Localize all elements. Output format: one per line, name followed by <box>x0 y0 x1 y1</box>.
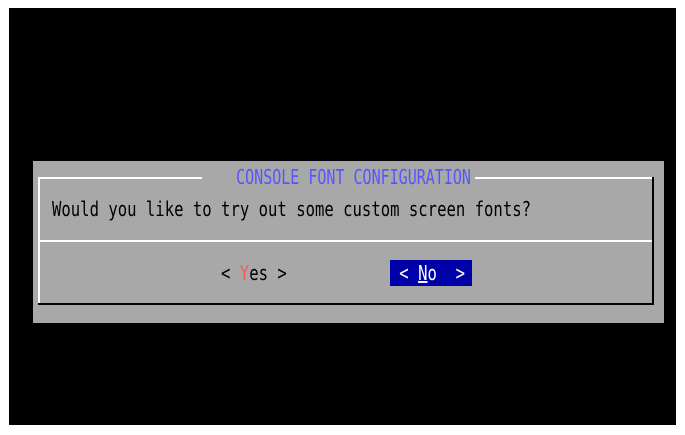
dialog-separator <box>40 240 652 242</box>
no-hotkey: N <box>418 261 428 285</box>
dialog-message: Would you like to try out some custom sc… <box>52 197 531 221</box>
yes-right-bracket: > <box>267 261 287 285</box>
terminal-screen: CONSOLE FONT CONFIGURATION Would you lik… <box>9 8 676 425</box>
dialog-title: CONSOLE FONT CONFIGURATION <box>236 165 471 189</box>
dialog-frame-right <box>652 177 654 303</box>
yes-label-rest: es <box>249 261 268 285</box>
yes-button[interactable]: < Yes > <box>221 260 305 286</box>
no-left-bracket: < <box>399 261 419 285</box>
yes-left-bracket: < <box>221 261 240 285</box>
dialog-frame-bottom <box>38 303 654 305</box>
no-right-bracket: > <box>436 261 466 285</box>
dialog-box: CONSOLE FONT CONFIGURATION Would you lik… <box>33 161 664 323</box>
dialog-frame-top-right <box>475 177 653 179</box>
no-label-rest: o <box>427 261 437 285</box>
dialog-frame-top-left <box>38 177 202 179</box>
yes-hotkey: Y <box>239 261 250 285</box>
no-button[interactable]: < No > <box>390 260 472 286</box>
